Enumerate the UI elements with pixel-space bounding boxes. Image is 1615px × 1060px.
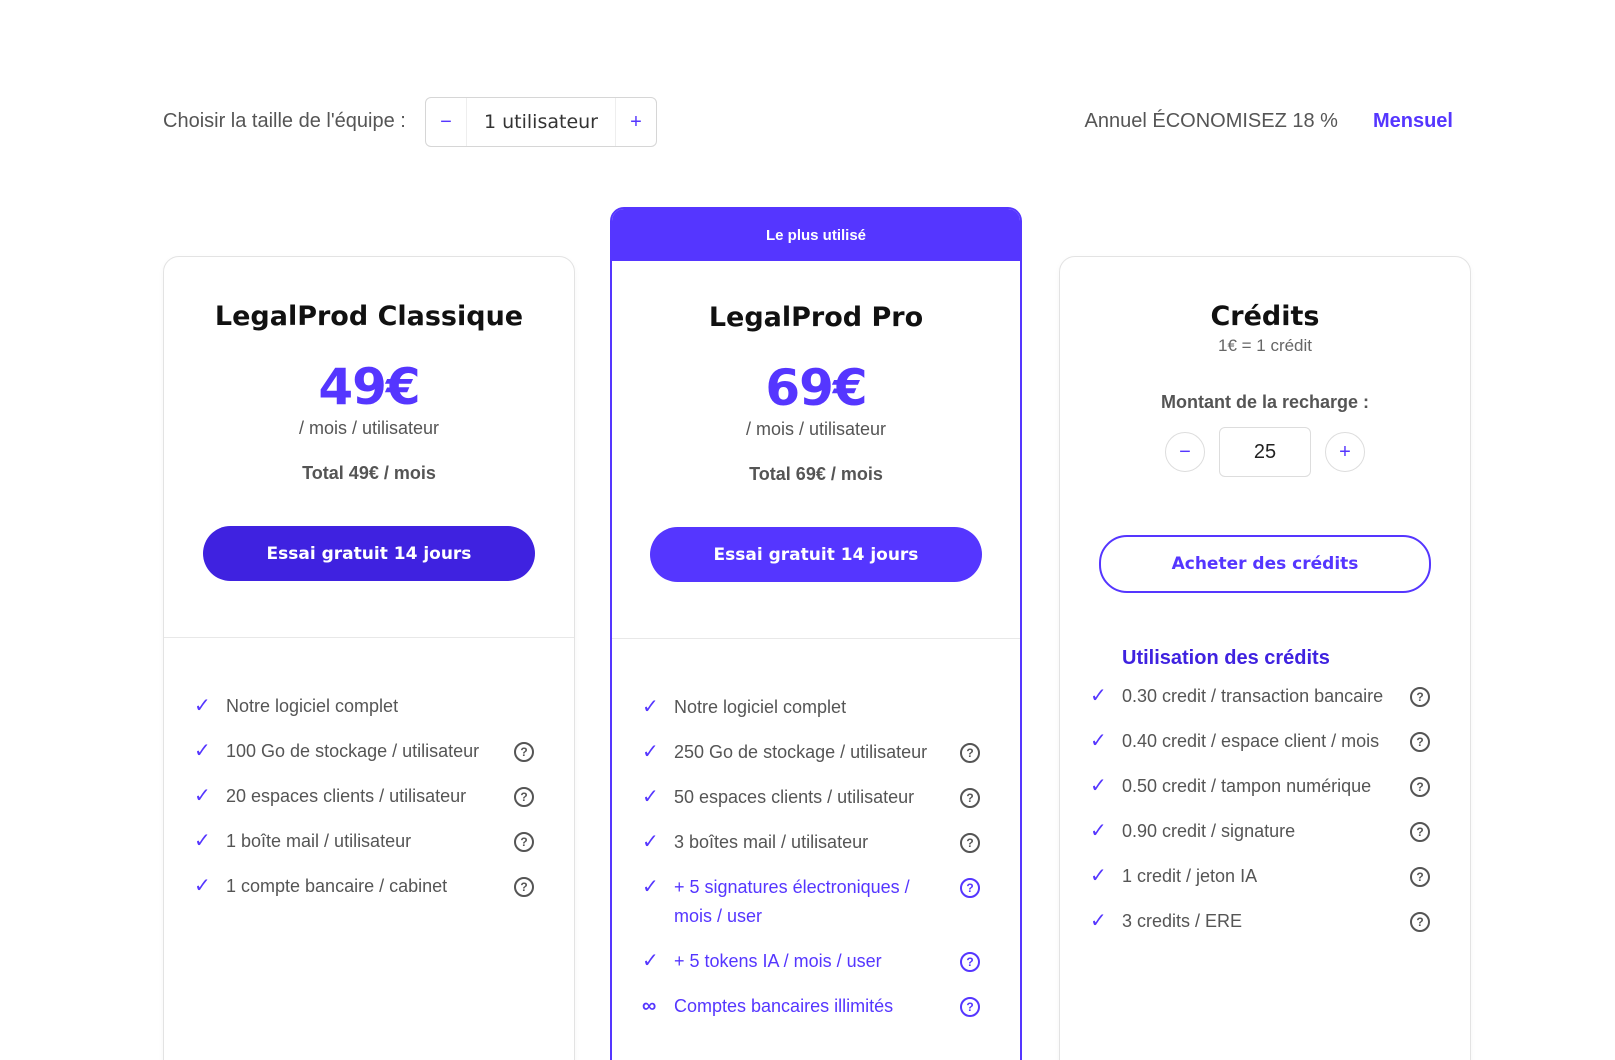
recharge-amount-input[interactable]	[1219, 427, 1311, 477]
help-icon[interactable]: ?	[1410, 732, 1430, 752]
usage-item: ✓ 0.30 credit / transaction bancaire?	[1090, 682, 1430, 711]
check-icon: ✓	[1090, 865, 1107, 887]
usage-item: ✓ 0.50 credit / tampon numérique?	[1090, 772, 1430, 801]
help-icon[interactable]: ?	[960, 997, 980, 1017]
buy-credits-button[interactable]: Acheter des crédits	[1099, 535, 1431, 593]
usage-item: ✓ 0.40 credit / espace client / mois?	[1090, 727, 1430, 756]
plan-name: LegalProd Classique	[214, 301, 524, 332]
team-size-value[interactable]: 1 utilisateur	[466, 98, 616, 146]
help-icon[interactable]: ?	[1410, 822, 1430, 842]
feature-item: ✓ 50 espaces clients / utilisateur?	[642, 783, 980, 812]
credits-title: Crédits	[1210, 301, 1320, 332]
plan-price-period: / mois / utilisateur	[298, 418, 440, 438]
most-used-badge: Le plus utilisé	[612, 209, 1020, 261]
plan-card-classique: LegalProd Classique 49€ / mois / utilisa…	[163, 256, 575, 1060]
check-icon: ✓	[1090, 730, 1107, 752]
help-icon[interactable]: ?	[514, 742, 534, 762]
plan-card-pro: Le plus utilisé LegalProd Pro 69€ / mois…	[610, 207, 1022, 1060]
plan-price-period: / mois / utilisateur	[745, 419, 887, 439]
plan-price: 69€	[765, 359, 867, 417]
team-size-stepper: − 1 utilisateur +	[425, 97, 657, 147]
usage-item: ✓ 0.90 credit / signature?	[1090, 817, 1430, 846]
feature-list: ✓ Notre logiciel complet ✓ 250 Go de stock…	[612, 693, 1020, 1021]
check-icon: ✓	[1090, 820, 1107, 842]
credits-usage-list: ✓ 0.30 credit / transaction bancaire? ✓ 0.…	[1060, 682, 1470, 936]
feature-item: ✓ 1 compte bancaire / cabinet?	[194, 872, 534, 901]
check-icon: ✓	[194, 785, 211, 807]
check-icon: ✓	[642, 876, 659, 898]
help-icon[interactable]: ?	[960, 878, 980, 898]
team-decrement-button[interactable]: −	[426, 98, 466, 146]
help-icon[interactable]: ?	[514, 787, 534, 807]
help-icon[interactable]: ?	[960, 788, 980, 808]
credits-card: Crédits 1€ = 1 crédit Montant de la rech…	[1059, 256, 1471, 1060]
check-icon: ✓	[642, 831, 659, 853]
check-icon: ✓	[194, 830, 211, 852]
plan-price: 49€	[318, 358, 420, 416]
check-icon: ✓	[194, 875, 211, 897]
check-icon: ✓	[1090, 685, 1107, 707]
feature-item: ✓ Notre logiciel complet	[642, 693, 980, 722]
billing-monthly-option[interactable]: Mensuel	[1373, 110, 1453, 133]
feature-item-highlight: ∞ Comptes bancaires illimités?	[642, 992, 980, 1021]
check-icon: ✓	[1090, 910, 1107, 932]
card-divider	[612, 638, 1020, 639]
feature-list: ✓ Notre logiciel complet ✓ 100 Go de stock…	[164, 692, 574, 901]
usage-item: ✓ 3 credits / ERE?	[1090, 907, 1430, 936]
free-trial-button[interactable]: Essai gratuit 14 jours	[203, 526, 535, 581]
team-size-label: Choisir la taille de l'équipe :	[163, 110, 406, 132]
check-icon: ✓	[194, 740, 211, 762]
check-icon: ✓	[1090, 775, 1107, 797]
feature-item-highlight: ✓ + 5 tokens IA / mois / user?	[642, 947, 980, 976]
billing-annual-option[interactable]: Annuel ÉCONOMISEZ 18 %	[1085, 110, 1338, 133]
check-icon: ✓	[642, 741, 659, 763]
feature-item: ✓ 20 espaces clients / utilisateur?	[194, 782, 534, 811]
topbar: Choisir la taille de l'équipe : − 1 util…	[163, 97, 1453, 147]
credits-usage-title: Utilisation des crédits	[1122, 647, 1330, 669]
recharge-decrement-button[interactable]: −	[1165, 432, 1205, 472]
infinity-icon: ∞	[642, 995, 657, 1017]
billing-toggle: Annuel ÉCONOMISEZ 18 % Mensuel	[1085, 110, 1453, 133]
card-divider	[164, 637, 574, 638]
feature-item: ✓ Notre logiciel complet	[194, 692, 534, 721]
plan-total: Total 69€ / mois	[749, 464, 883, 484]
usage-item: ✓ 1 credit / jeton IA?	[1090, 862, 1430, 891]
feature-item-highlight: ✓ + 5 signatures électroniques / mois / u…	[642, 873, 980, 931]
feature-item: ✓ 250 Go de stockage / utilisateur?	[642, 738, 980, 767]
team-increment-button[interactable]: +	[616, 98, 656, 146]
free-trial-button[interactable]: Essai gratuit 14 jours	[650, 527, 982, 582]
help-icon[interactable]: ?	[514, 877, 534, 897]
credit-rate: 1€ = 1 crédit	[1217, 336, 1313, 355]
help-icon[interactable]: ?	[1410, 867, 1430, 887]
plan-total: Total 49€ / mois	[302, 463, 436, 483]
recharge-label: Montant de la recharge :	[1160, 392, 1370, 412]
check-icon: ✓	[194, 695, 211, 717]
help-icon[interactable]: ?	[960, 833, 980, 853]
plan-name: LegalProd Pro	[708, 302, 924, 333]
feature-item: ✓ 3 boîtes mail / utilisateur?	[642, 828, 980, 857]
help-icon[interactable]: ?	[1410, 687, 1430, 707]
feature-item: ✓ 100 Go de stockage / utilisateur?	[194, 737, 534, 766]
recharge-increment-button[interactable]: +	[1325, 432, 1365, 472]
help-icon[interactable]: ?	[514, 832, 534, 852]
check-icon: ✓	[642, 696, 659, 718]
check-icon: ✓	[642, 786, 659, 808]
check-icon: ✓	[642, 950, 659, 972]
feature-item: ✓ 1 boîte mail / utilisateur?	[194, 827, 534, 856]
help-icon[interactable]: ?	[960, 952, 980, 972]
help-icon[interactable]: ?	[1410, 777, 1430, 797]
recharge-stepper: − +	[1060, 427, 1470, 477]
help-icon[interactable]: ?	[1410, 912, 1430, 932]
help-icon[interactable]: ?	[960, 743, 980, 763]
